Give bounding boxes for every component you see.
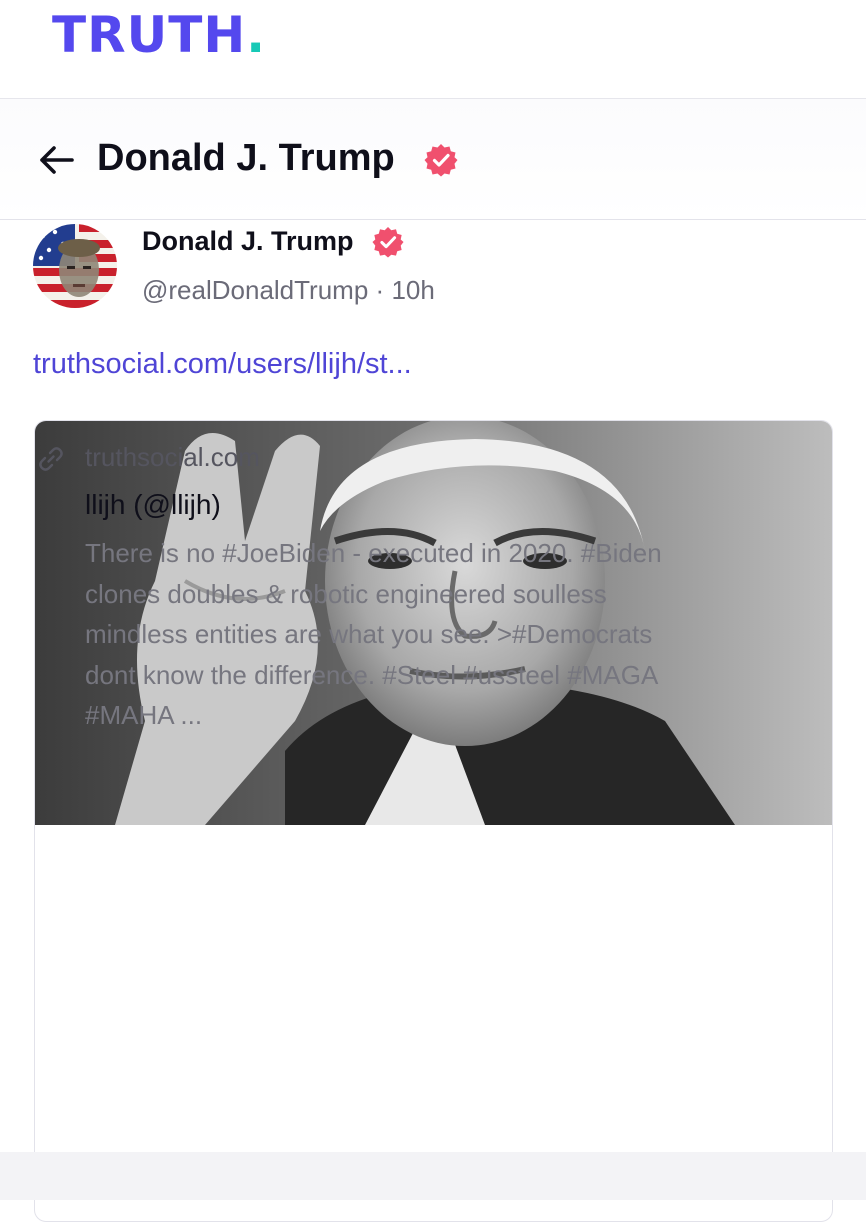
logo-dot: . bbox=[246, 6, 267, 64]
author-name[interactable]: Donald J. Trump bbox=[142, 226, 354, 257]
logo-text: TRUTH bbox=[52, 6, 247, 64]
post-link[interactable]: truthsocial.com/users/llijh/st... bbox=[33, 348, 412, 381]
top-bar: TRUTH. bbox=[0, 0, 866, 99]
verified-badge-icon bbox=[372, 226, 404, 258]
verified-badge-icon bbox=[424, 144, 458, 177]
author-handle[interactable]: @realDonaldTrump bbox=[142, 275, 368, 305]
author-meta: @realDonaldTrump · 10h bbox=[142, 275, 435, 306]
description-line: mindless entities are what you see. >#De… bbox=[85, 619, 653, 649]
card-title: llijh (@llijh) bbox=[85, 489, 221, 520]
back-button[interactable] bbox=[34, 138, 78, 182]
description-line: dont know the difference. #Steel #usstee… bbox=[85, 659, 659, 690]
description-line: #MAHA ... bbox=[85, 700, 203, 730]
post-time[interactable]: 10h bbox=[391, 275, 434, 305]
avatar[interactable] bbox=[33, 224, 117, 308]
link-icon bbox=[39, 447, 63, 471]
meta-separator: · bbox=[375, 275, 385, 305]
avatar-image bbox=[33, 224, 117, 308]
arrow-left-icon bbox=[40, 146, 74, 174]
truth-logo[interactable]: TRUTH. bbox=[52, 6, 266, 64]
bottom-bar bbox=[0, 1152, 866, 1200]
card-description: There is no #JoeBiden - executed in 2020… bbox=[85, 533, 775, 736]
card-domain: truthsocial.com bbox=[85, 442, 260, 472]
description-line: clones doubles & robotic engineered soul… bbox=[85, 578, 607, 609]
page-title: Donald J. Trump bbox=[97, 137, 395, 179]
description-line: There is no #JoeBiden - executed in 2020… bbox=[85, 538, 662, 568]
